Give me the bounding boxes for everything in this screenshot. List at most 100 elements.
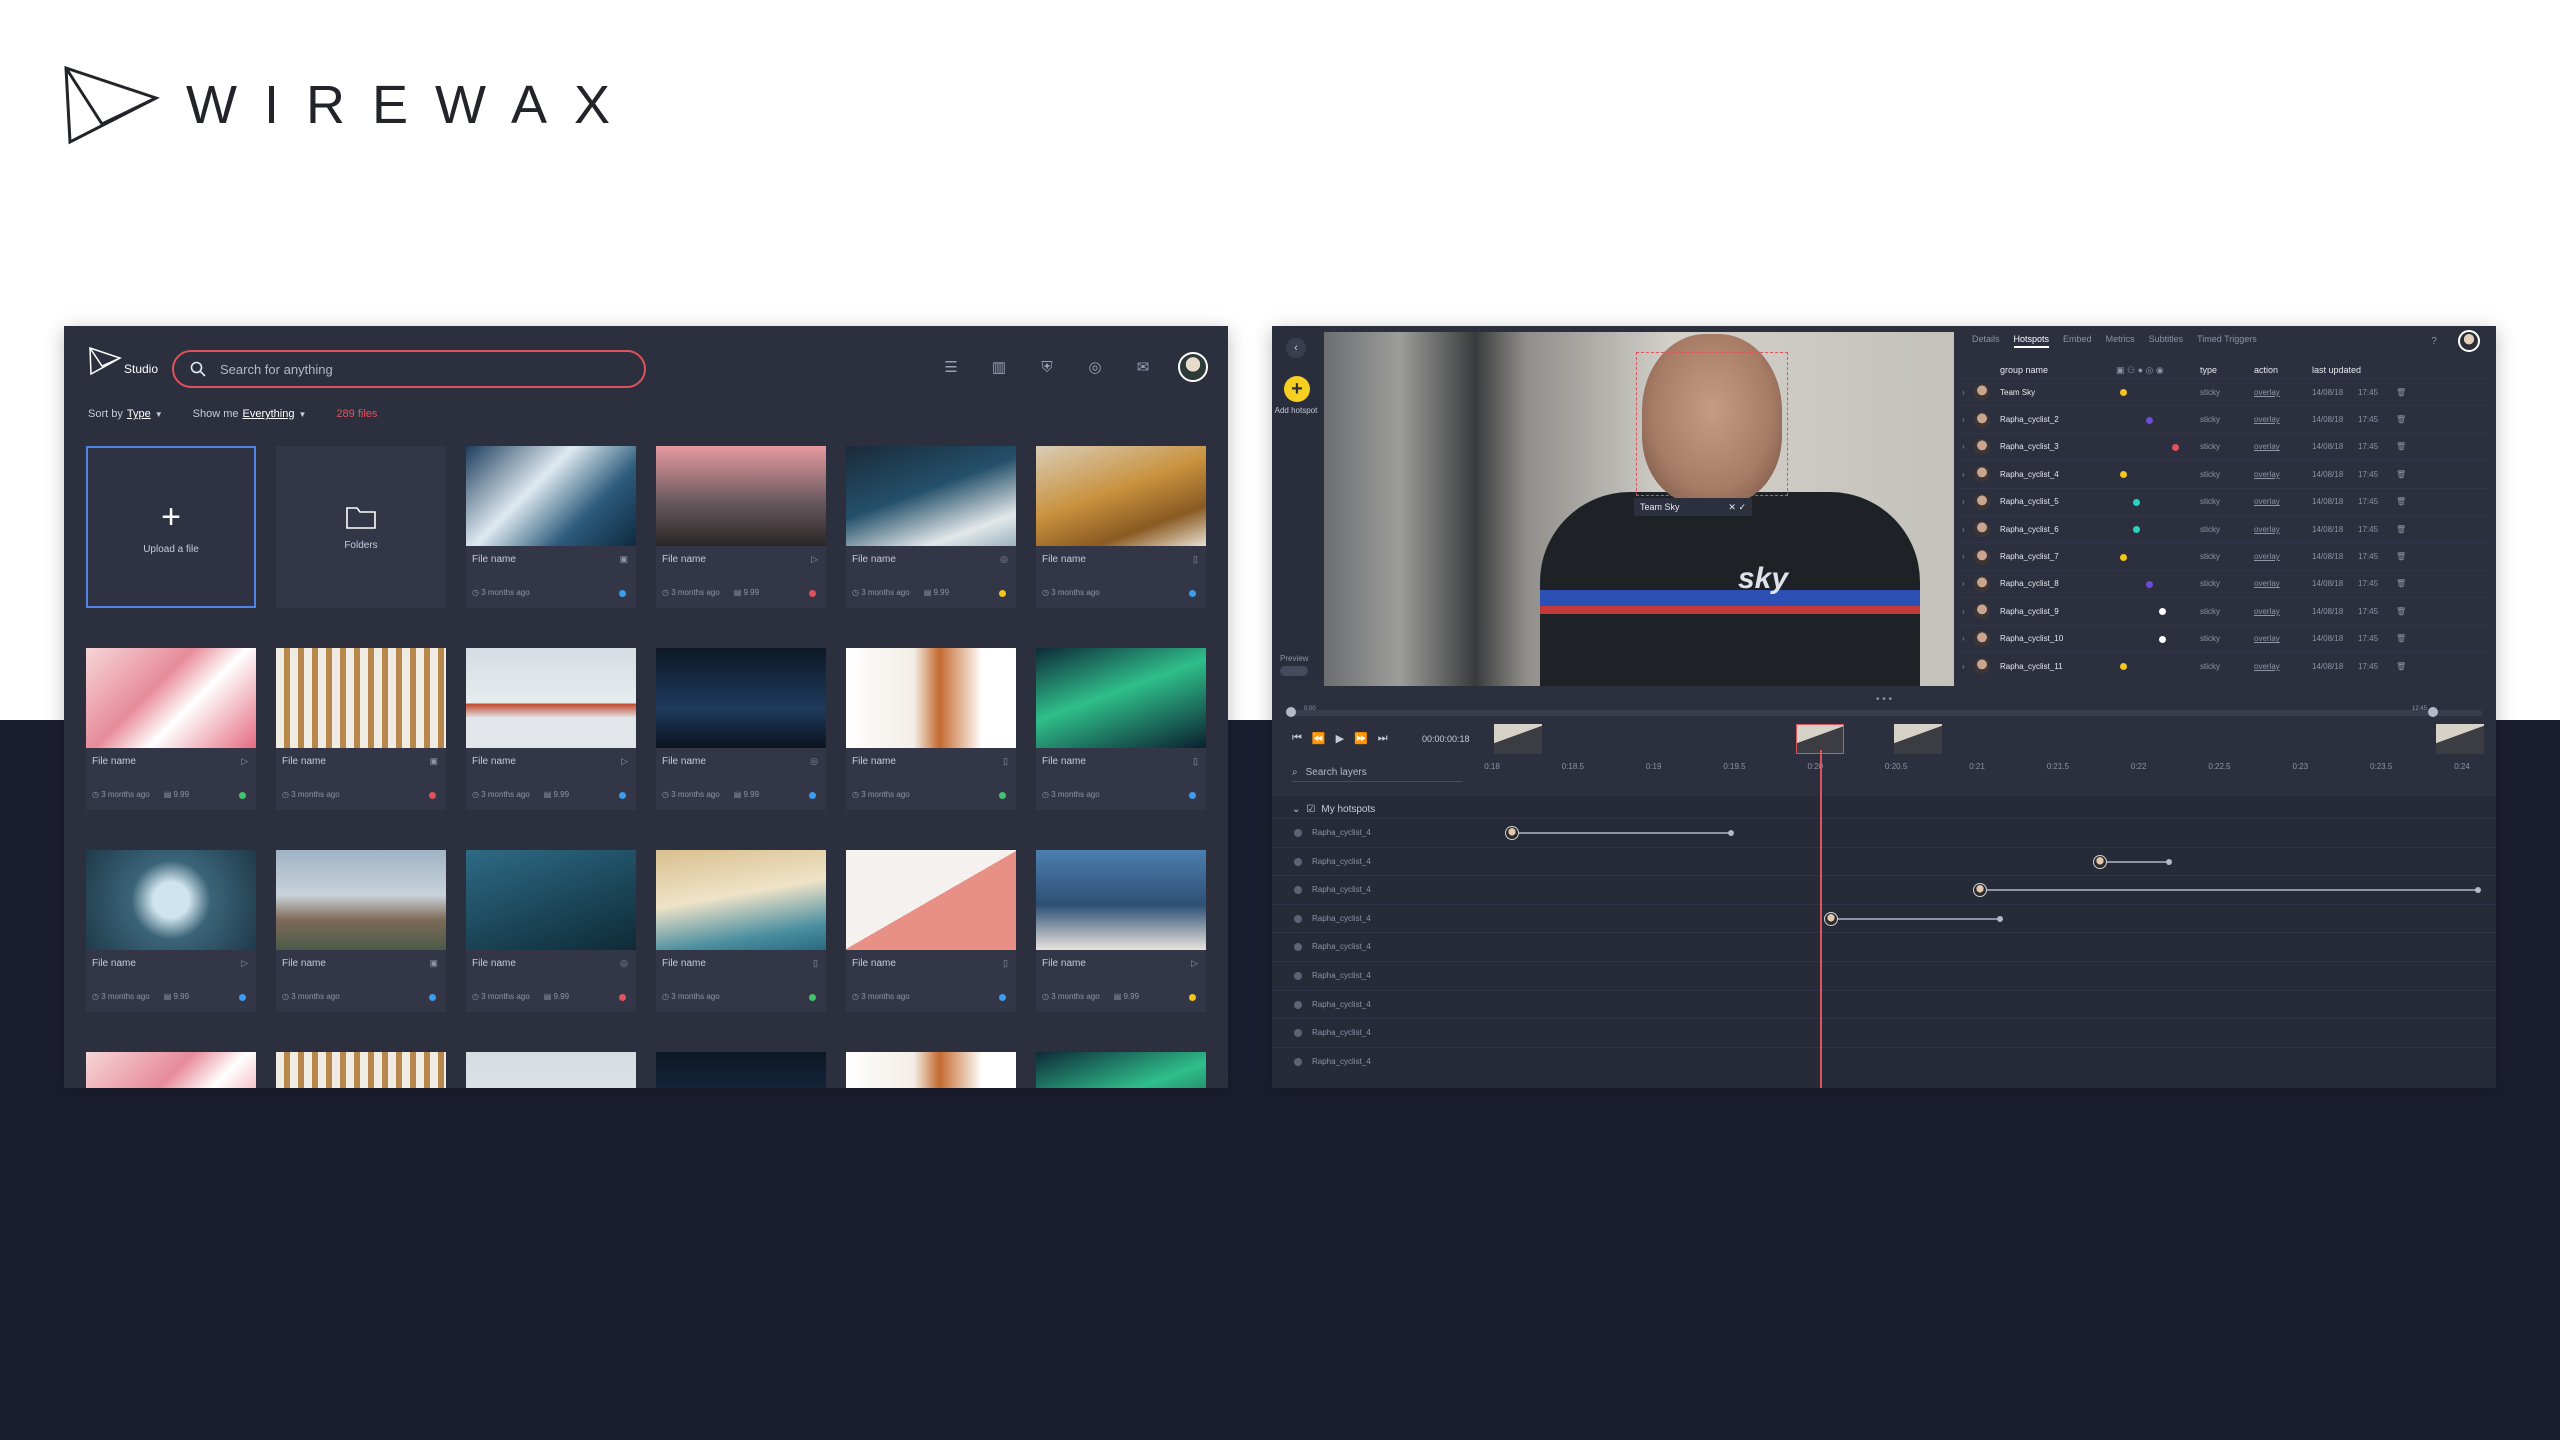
tab-hotspots[interactable]: Hotspots xyxy=(2013,334,2050,348)
file-card[interactable]: File name ▷ ◷ 3 months ago ▤ 9.99 xyxy=(656,446,826,608)
scrub-end-handle[interactable] xyxy=(2428,707,2438,717)
layer-duration-bar[interactable] xyxy=(1830,917,2000,920)
layer-row[interactable]: Rapha_cyclist_4 xyxy=(1272,875,2496,903)
file-card[interactable] xyxy=(86,1052,256,1088)
folders-card[interactable]: Folders xyxy=(276,446,446,608)
tab-metrics[interactable]: Metrics xyxy=(2106,334,2135,348)
layer-row[interactable]: Rapha_cyclist_4 xyxy=(1272,932,2496,960)
skip-end-icon[interactable]: ⏭ xyxy=(1378,732,1388,745)
hotspot-action-link[interactable]: overlay xyxy=(2254,579,2312,588)
file-card[interactable] xyxy=(466,1052,636,1088)
layer-row[interactable]: Rapha_cyclist_4 xyxy=(1272,903,2496,932)
globe-icon[interactable]: ◎ xyxy=(1082,354,1108,380)
file-card[interactable]: File name ▯ ◷ 3 months ago xyxy=(1036,648,1206,810)
visibility-icon[interactable] xyxy=(1294,1029,1302,1038)
trash-icon[interactable]: 🗑 xyxy=(2396,662,2410,671)
play-icon[interactable]: ▶ xyxy=(1336,732,1344,745)
mail-icon[interactable]: ✉ xyxy=(1130,354,1156,380)
file-card[interactable]: File name ▯ ◷ 3 months ago xyxy=(1036,446,1206,608)
list-icon[interactable]: ☰ xyxy=(938,354,964,380)
file-card[interactable]: File name ◎ ◷ 3 months ago ▤ 9.99 xyxy=(466,850,636,1012)
hotspot-tag[interactable]: Team Sky ✕ ✓ xyxy=(1634,498,1752,516)
user-avatar[interactable] xyxy=(2458,330,2480,352)
table-row[interactable]: › Rapha_cyclist_11 sticky overlay 14/08/18 17… xyxy=(1962,651,2490,679)
tab-timed-triggers[interactable]: Timed Triggers xyxy=(2197,334,2257,348)
help-icon[interactable]: ? xyxy=(2426,334,2442,350)
hotspot-action-link[interactable]: overlay xyxy=(2254,470,2312,479)
col-type[interactable]: type xyxy=(2200,365,2254,375)
file-card[interactable] xyxy=(1036,1052,1206,1088)
layer-row[interactable]: Rapha_cyclist_4 xyxy=(1272,846,2496,875)
layer-row[interactable]: Rapha_cyclist_4 xyxy=(1272,1046,2496,1075)
chevron-right-icon[interactable]: › xyxy=(1962,607,1974,616)
trash-icon[interactable]: 🗑 xyxy=(2396,579,2410,588)
file-card[interactable] xyxy=(656,1052,826,1088)
close-icon[interactable]: ✕ ✓ xyxy=(1728,502,1746,513)
visibility-icon[interactable] xyxy=(1294,1000,1302,1009)
trash-icon[interactable]: 🗑 xyxy=(2396,607,2410,616)
trash-icon[interactable]: 🗑 xyxy=(2396,388,2410,397)
file-card[interactable]: File name ▯ ◷ 3 months ago xyxy=(846,850,1016,1012)
trash-icon[interactable]: 🗑 xyxy=(2396,525,2410,534)
chevron-right-icon[interactable]: › xyxy=(1962,388,1974,397)
layer-duration-bar[interactable] xyxy=(1980,889,2479,892)
layer-row[interactable]: Rapha_cyclist_4 xyxy=(1272,961,2496,989)
table-row[interactable]: › Rapha_cyclist_2 sticky overlay 14/08/18 17:… xyxy=(1962,405,2490,432)
file-card[interactable]: File name ◎ ◷ 3 months ago ▤ 9.99 xyxy=(846,446,1016,608)
file-card[interactable]: File name ▯ ◷ 3 months ago xyxy=(656,850,826,1012)
chevron-right-icon[interactable]: › xyxy=(1962,579,1974,588)
chevron-right-icon[interactable]: › xyxy=(1962,525,1974,534)
video-preview[interactable]: sky Team Sky ✕ ✓ xyxy=(1324,332,1954,686)
hotspot-action-link[interactable]: overlay xyxy=(2254,662,2312,671)
trash-icon[interactable]: 🗑 xyxy=(2396,442,2410,451)
tab-details[interactable]: Details xyxy=(1972,334,2000,348)
layer-end-keyframe[interactable] xyxy=(1728,830,1735,836)
table-row[interactable]: › Rapha_cyclist_8 sticky overlay 14/08/18 17:… xyxy=(1962,569,2490,597)
file-card[interactable]: File name ▯ ◷ 3 months ago xyxy=(846,648,1016,810)
step-back-icon[interactable]: ⏪ xyxy=(1312,732,1326,745)
visibility-icon[interactable] xyxy=(1294,914,1302,923)
visibility-icon[interactable] xyxy=(1294,857,1302,866)
layer-start-keyframe[interactable] xyxy=(1823,911,1838,926)
bar-chart-icon[interactable]: ▥ xyxy=(986,354,1012,380)
checkbox-icon[interactable]: ☑ xyxy=(1306,804,1315,815)
hotspot-action-link[interactable]: overlay xyxy=(2254,442,2312,451)
chevron-right-icon[interactable]: › xyxy=(1962,662,1974,671)
hotspot-action-link[interactable]: overlay xyxy=(2254,415,2312,424)
table-row[interactable]: › Rapha_cyclist_6 sticky overlay 14/08/18 17:… xyxy=(1962,514,2490,542)
back-button[interactable]: ‹ xyxy=(1286,338,1306,358)
file-card[interactable]: File name ▷ ◷ 3 months ago ▤ 9.99 xyxy=(86,850,256,1012)
tab-subtitles[interactable]: Subtitles xyxy=(2149,334,2184,348)
trash-icon[interactable]: 🗑 xyxy=(2396,497,2410,506)
file-card[interactable] xyxy=(846,1052,1016,1088)
col-action[interactable]: action xyxy=(2254,365,2312,375)
table-row[interactable]: › Team Sky sticky overlay 14/08/18 17:45 🗑 xyxy=(1962,378,2490,405)
sort-by-value[interactable]: Type xyxy=(127,408,151,420)
studio-logo[interactable]: Studio xyxy=(88,346,158,376)
visibility-icon[interactable] xyxy=(1294,1057,1302,1066)
table-row[interactable]: › Rapha_cyclist_4 sticky overlay 14/08/18 17:… xyxy=(1962,460,2490,487)
table-row[interactable]: › Rapha_cyclist_3 sticky overlay 14/08/18 17:… xyxy=(1962,432,2490,460)
skip-start-icon[interactable]: ⏮ xyxy=(1292,732,1302,745)
file-card[interactable]: File name ▣ ◷ 3 months ago xyxy=(276,648,446,810)
hotspot-action-link[interactable]: overlay xyxy=(2254,525,2312,534)
layer-row[interactable]: Rapha_cyclist_4 xyxy=(1272,818,2496,846)
scrub-bar[interactable] xyxy=(1288,710,2482,716)
layer-row[interactable]: Rapha_cyclist_4 xyxy=(1272,1018,2496,1046)
hotspot-action-link[interactable]: overlay xyxy=(2254,634,2312,643)
upload-file-card[interactable]: + Upload a file xyxy=(86,446,256,608)
table-row[interactable]: › Rapha_cyclist_10 sticky overlay 14/08/18 17… xyxy=(1962,624,2490,652)
hotspot-action-link[interactable]: overlay xyxy=(2254,497,2312,506)
layer-row[interactable]: Rapha_cyclist_4 xyxy=(1272,989,2496,1018)
layer-end-keyframe[interactable] xyxy=(1996,915,2003,922)
visibility-icon[interactable] xyxy=(1294,829,1302,837)
chevron-right-icon[interactable]: › xyxy=(1962,552,1974,561)
trash-icon[interactable]: 🗑 xyxy=(2396,470,2410,479)
hotspot-action-link[interactable]: overlay xyxy=(2254,607,2312,616)
table-row[interactable]: › Rapha_cyclist_5 sticky overlay 14/08/18 17:… xyxy=(1962,487,2490,515)
col-group-name[interactable]: group name xyxy=(1994,365,2116,375)
trash-icon[interactable]: 🗑 xyxy=(2396,415,2410,424)
visibility-icon[interactable] xyxy=(1294,972,1302,980)
hotspot-action-link[interactable]: overlay xyxy=(2254,552,2312,561)
file-card[interactable]: File name ◎ ◷ 3 months ago ▤ 9.99 xyxy=(656,648,826,810)
